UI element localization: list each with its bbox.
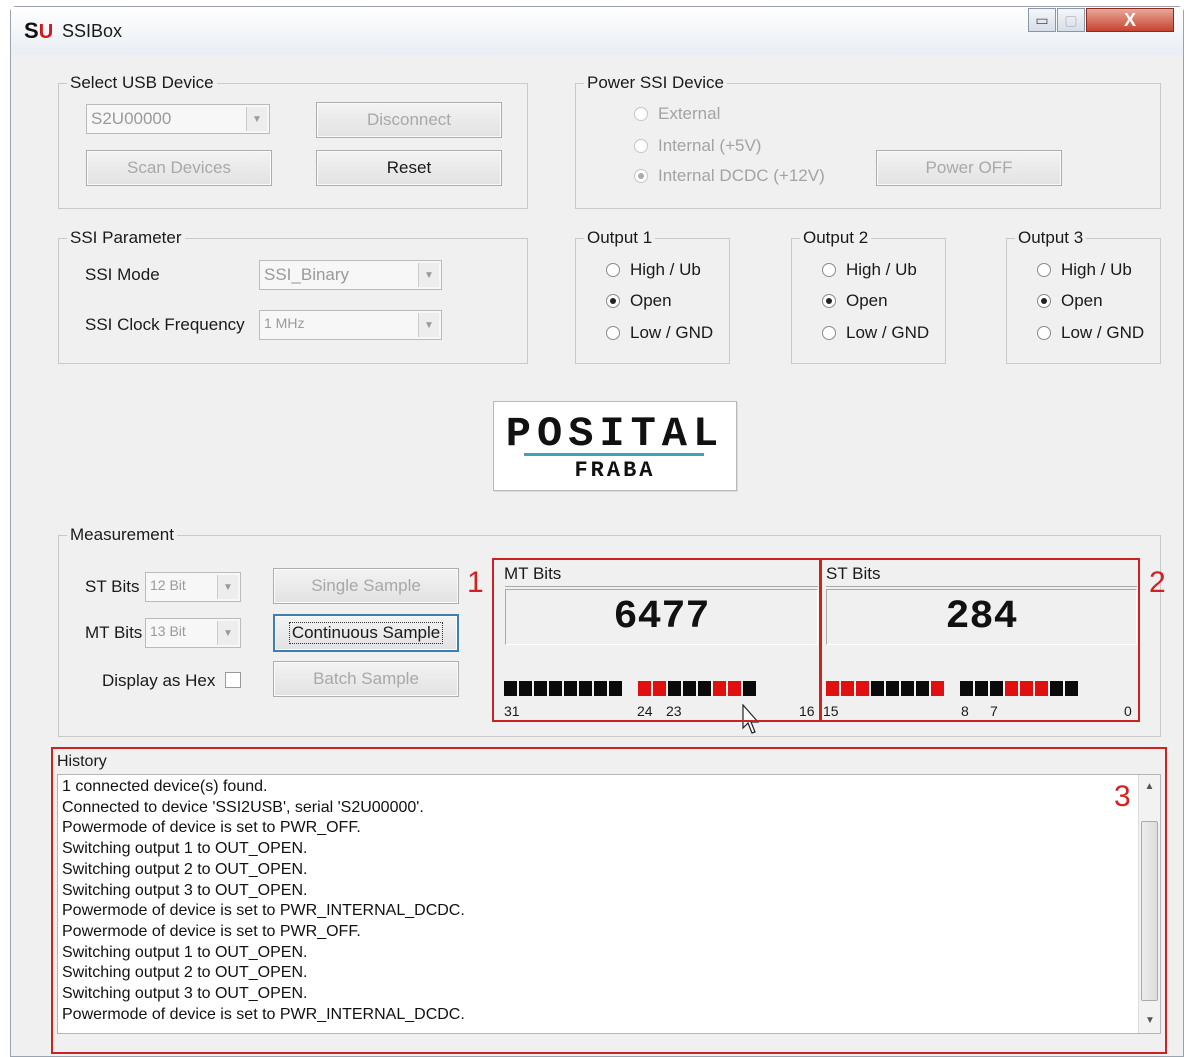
annotation-box-history bbox=[51, 747, 1167, 1054]
close-button[interactable]: X bbox=[1086, 8, 1174, 32]
annotation-number-1: 1 bbox=[467, 566, 484, 599]
logo-bottom-text: FRABA bbox=[574, 458, 656, 483]
radio-selected-icon bbox=[606, 294, 620, 308]
power-off-button[interactable]: Power OFF bbox=[876, 150, 1062, 186]
radio-label: Open bbox=[846, 291, 888, 310]
chevron-down-icon: ▼ bbox=[418, 313, 439, 337]
output-1-radio-open[interactable]: Open bbox=[606, 291, 672, 311]
radio-icon bbox=[634, 107, 648, 121]
radio-label: Internal (+5V) bbox=[658, 136, 762, 155]
minimize-button[interactable]: ▭ bbox=[1028, 8, 1056, 32]
radio-label: High / Ub bbox=[630, 260, 701, 279]
radio-icon bbox=[606, 326, 620, 340]
annotation-box-st bbox=[820, 558, 1140, 722]
ssi-mode-label: SSI Mode bbox=[85, 265, 160, 284]
radio-label: Low / GND bbox=[846, 323, 930, 342]
output-1-label: Output 1 bbox=[584, 228, 656, 248]
continuous-sample-label: Continuous Sample bbox=[288, 622, 444, 644]
output-2-label: Output 2 bbox=[800, 228, 872, 248]
chevron-down-icon: ▼ bbox=[418, 263, 439, 287]
output-3-radio-low[interactable]: Low / GND bbox=[1037, 323, 1144, 343]
annotation-box-mt bbox=[492, 558, 821, 722]
output-3-radio-open[interactable]: Open bbox=[1037, 291, 1103, 311]
radio-label: High / Ub bbox=[1061, 260, 1132, 279]
st-bits-value: 12 Bit bbox=[150, 577, 186, 593]
output-2-radio-low[interactable]: Low / GND bbox=[822, 323, 929, 343]
display-hex-label: Display as Hex bbox=[102, 671, 216, 690]
measurement-group-label: Measurement bbox=[67, 525, 177, 545]
power-internal-radio[interactable]: Internal (+5V) bbox=[634, 136, 761, 156]
minimize-icon: ▭ bbox=[1035, 11, 1049, 28]
power-external-radio[interactable]: External bbox=[634, 104, 720, 124]
radio-label: Open bbox=[1061, 291, 1103, 310]
usb-device-group-label: Select USB Device bbox=[67, 73, 217, 93]
device-select-value: S2U00000 bbox=[91, 109, 172, 128]
radio-icon bbox=[634, 139, 648, 153]
output-1-radio-high[interactable]: High / Ub bbox=[606, 260, 701, 280]
posital-fraba-logo: POSITAL FRABA bbox=[493, 401, 737, 491]
scan-devices-button[interactable]: Scan Devices bbox=[86, 150, 272, 186]
maximize-icon: ▢ bbox=[1064, 11, 1078, 28]
disconnect-button[interactable]: Disconnect bbox=[316, 102, 502, 138]
output-3-radio-high[interactable]: High / Ub bbox=[1037, 260, 1132, 280]
logo-top-text: POSITAL bbox=[505, 410, 725, 458]
batch-sample-button[interactable]: Batch Sample bbox=[273, 661, 459, 697]
radio-selected-icon bbox=[822, 294, 836, 308]
mt-bits-select[interactable]: 13 Bit ▼ bbox=[145, 618, 241, 648]
ssi-clock-label: SSI Clock Frequency bbox=[85, 315, 245, 334]
output-2-radio-high[interactable]: High / Ub bbox=[822, 260, 917, 280]
radio-label: Open bbox=[630, 291, 672, 310]
radio-selected-icon bbox=[1037, 294, 1051, 308]
annotation-number-2: 2 bbox=[1149, 566, 1166, 599]
chevron-down-icon: ▼ bbox=[217, 621, 238, 645]
radio-icon bbox=[822, 263, 836, 277]
power-group-label: Power SSI Device bbox=[584, 73, 727, 93]
chevron-down-icon: ▼ bbox=[217, 575, 238, 599]
chevron-down-icon: ▼ bbox=[246, 107, 267, 131]
continuous-sample-button[interactable]: Continuous Sample bbox=[273, 614, 459, 652]
ssi-clock-select[interactable]: 1 MHz ▼ bbox=[259, 310, 442, 340]
logo-underline bbox=[524, 453, 704, 456]
radio-icon bbox=[606, 263, 620, 277]
window-title: SSIBox bbox=[62, 21, 123, 41]
single-sample-button[interactable]: Single Sample bbox=[273, 568, 459, 604]
maximize-button[interactable]: ▢ bbox=[1057, 8, 1085, 32]
radio-label: Internal DCDC (+12V) bbox=[658, 166, 825, 185]
st-bits-select[interactable]: 12 Bit ▼ bbox=[145, 572, 241, 602]
display-hex-checkbox[interactable] bbox=[225, 672, 241, 688]
app-logo-icon: SU bbox=[24, 18, 54, 43]
ssi-parameter-group bbox=[58, 238, 528, 364]
radio-label: Low / GND bbox=[630, 323, 714, 342]
title-bar[interactable] bbox=[11, 7, 1183, 55]
reset-button[interactable]: Reset bbox=[316, 150, 502, 186]
radio-icon bbox=[1037, 326, 1051, 340]
output-3-label: Output 3 bbox=[1015, 228, 1087, 248]
ssi-mode-select[interactable]: SSI_Binary ▼ bbox=[259, 260, 442, 290]
close-icon: X bbox=[1123, 9, 1136, 30]
ssi-mode-value: SSI_Binary bbox=[264, 265, 350, 284]
mt-bits-label: MT Bits bbox=[85, 623, 143, 642]
power-dcdc-radio[interactable]: Internal DCDC (+12V) bbox=[634, 166, 825, 186]
annotation-number-3: 3 bbox=[1114, 780, 1131, 813]
ssi-clock-value: 1 MHz bbox=[264, 315, 305, 331]
radio-label: External bbox=[658, 104, 721, 123]
radio-icon bbox=[822, 326, 836, 340]
ssi-parameter-group-label: SSI Parameter bbox=[67, 228, 185, 248]
device-select[interactable]: S2U00000 ▼ bbox=[86, 104, 270, 134]
output-1-radio-low[interactable]: Low / GND bbox=[606, 323, 713, 343]
radio-icon bbox=[1037, 263, 1051, 277]
radio-label: High / Ub bbox=[846, 260, 917, 279]
output-2-radio-open[interactable]: Open bbox=[822, 291, 888, 311]
st-bits-label: ST Bits bbox=[85, 577, 140, 596]
mt-bits-value: 13 Bit bbox=[150, 623, 186, 639]
radio-selected-icon bbox=[634, 169, 648, 183]
radio-label: Low / GND bbox=[1061, 323, 1145, 342]
